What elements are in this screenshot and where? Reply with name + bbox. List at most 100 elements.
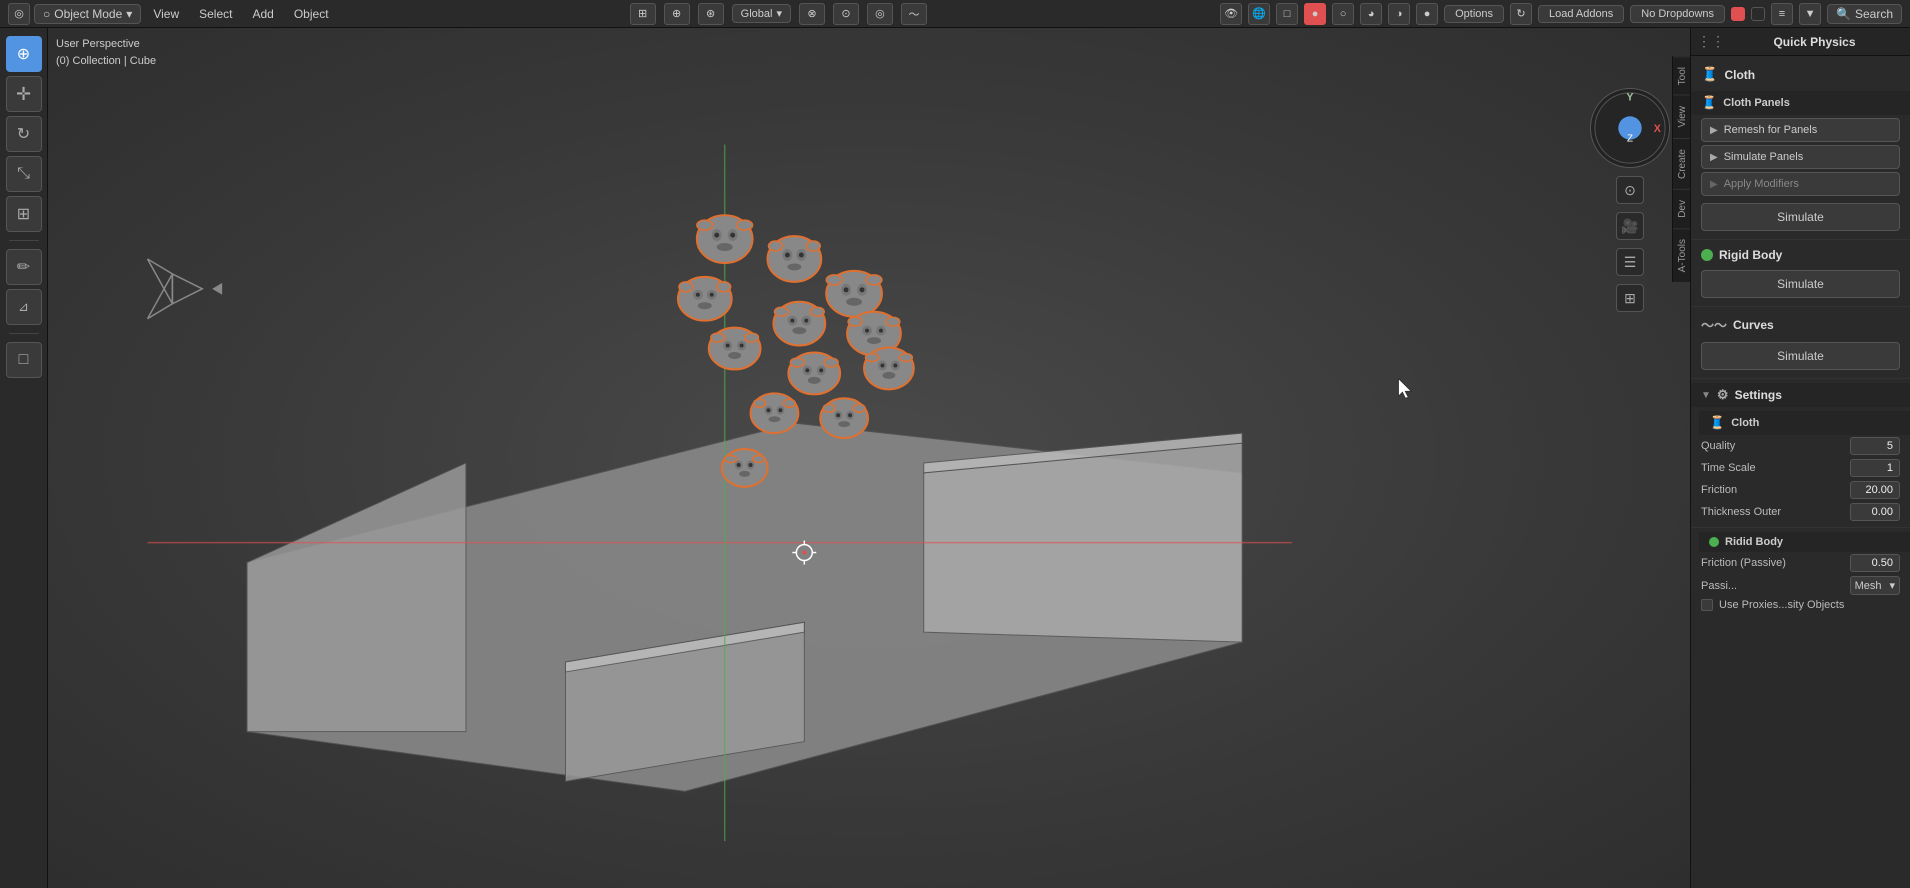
cloth-panels-label: Cloth Panels xyxy=(1723,97,1790,109)
remesh-panels-label: Remesh for Panels xyxy=(1724,124,1818,136)
snap3-icon[interactable]: ⊛ xyxy=(698,3,724,25)
left-toolbar: ⊕ ✛ ↻ ⤡ ⊞ ✏ ⊿ □ xyxy=(0,28,48,888)
mode-icon-btn[interactable]: ◎ xyxy=(8,3,30,25)
search-label: Search xyxy=(1855,7,1893,21)
divider-4 xyxy=(1691,527,1910,528)
monkey-1 xyxy=(697,215,753,263)
shading-circle[interactable]: ○ xyxy=(1332,3,1354,25)
cloth-section-label: Cloth xyxy=(1724,68,1755,82)
cloth-section-header[interactable]: 🧵 Cloth xyxy=(1691,62,1910,87)
remesh-play-icon: ▶ xyxy=(1710,125,1718,136)
settings-rigid-label: Ridid Body xyxy=(1725,536,1783,548)
snap-icon[interactable]: ⊞ xyxy=(630,3,656,25)
simulate-panels-btn[interactable]: ▶ Simulate Panels xyxy=(1701,145,1900,169)
view-icon[interactable]: □ xyxy=(1276,3,1298,25)
rotate-tool[interactable]: ↻ xyxy=(6,116,42,152)
curves-section-header[interactable]: 〜〜 Curves xyxy=(1691,311,1910,338)
annotate-tool[interactable]: ✏ xyxy=(6,249,42,285)
vtab-tool[interactable]: Tool xyxy=(1673,56,1690,95)
measure-tool[interactable]: ⊿ xyxy=(6,289,42,325)
settings-cloth-header: 🧵 Cloth xyxy=(1699,411,1910,435)
vertical-tabs: Tool View Create Dev A-Tools xyxy=(1672,56,1690,282)
cloth-icon: 🧵 xyxy=(1701,66,1718,83)
top-center: ⊞ ⊕ ⊛ Global ▾ ⊗ ⊙ ◎ 〜 xyxy=(341,3,1217,25)
panel-options-btn[interactable]: ⋮⋮ xyxy=(1697,33,1725,50)
viewport-label-perspective: User Perspective xyxy=(56,36,156,53)
shading-dot[interactable]: ● xyxy=(1304,3,1326,25)
svg-text:X: X xyxy=(1654,123,1662,135)
search-bar[interactable]: 🔍 Search xyxy=(1827,4,1902,24)
cursor-tool[interactable]: ⊕ xyxy=(6,36,42,72)
settings-cloth-label: Cloth xyxy=(1731,417,1759,429)
refresh-icon[interactable]: ↻ xyxy=(1510,3,1532,25)
transform-tool[interactable]: ⊞ xyxy=(6,196,42,232)
vtab-atools[interactable]: A-Tools xyxy=(1673,228,1690,282)
shading-render[interactable]: ● xyxy=(1416,3,1438,25)
menu-view[interactable]: View xyxy=(145,5,187,23)
settings-view-btn[interactable]: ⊞ xyxy=(1616,284,1644,312)
menu-object[interactable]: Object xyxy=(286,5,337,23)
settings-gear-icon: ⚙ xyxy=(1717,387,1729,403)
camera-btn[interactable]: 🎥 xyxy=(1616,212,1644,240)
scene-icon[interactable]: 🌐 xyxy=(1248,3,1270,25)
shading-material[interactable]: ◑ xyxy=(1388,3,1410,25)
right-panel-content: 🧵 Cloth 🧵 Cloth Panels ▶ Remesh for Pane… xyxy=(1691,56,1910,888)
friction-value[interactable]: 20.00 xyxy=(1850,481,1900,499)
viewport[interactable]: User Perspective (0) Collection | Cube Y… xyxy=(48,28,1690,888)
scale-tool[interactable]: ⤡ xyxy=(6,156,42,192)
viewport-scene xyxy=(48,28,1690,888)
passive-mesh-label: Passi... xyxy=(1701,580,1846,592)
remesh-panels-btn[interactable]: ▶ Remesh for Panels xyxy=(1701,118,1900,142)
vtab-view[interactable]: View xyxy=(1673,95,1690,138)
passive-mesh-dropdown[interactable]: Mesh ▾ xyxy=(1850,576,1900,595)
viewport-label: User Perspective (0) Collection | Cube xyxy=(56,36,156,69)
transform-dropdown[interactable]: Global ▾ xyxy=(732,4,791,23)
simulate-play-icon: ▶ xyxy=(1710,152,1718,163)
options-button[interactable]: Options xyxy=(1444,5,1504,23)
menu-add[interactable]: Add xyxy=(244,5,281,23)
settings-section-header[interactable]: ▼ ⚙ Settings xyxy=(1691,383,1910,407)
thickness-outer-value[interactable]: 0.00 xyxy=(1850,503,1900,521)
menu-select[interactable]: Select xyxy=(191,5,240,23)
perspective-btn[interactable]: ⊙ xyxy=(1616,176,1644,204)
pivot2-icon[interactable]: ⊙ xyxy=(833,3,859,25)
time-scale-value[interactable]: 1 xyxy=(1850,459,1900,477)
thickness-outer-label: Thickness Outer xyxy=(1701,506,1846,518)
top-menubar: ◎ ○ Object Mode ▾ View Select Add Object… xyxy=(0,0,1910,28)
use-proxies-label: Use Proxies...sity Objects xyxy=(1719,599,1844,611)
use-proxies-row: Use Proxies...sity Objects xyxy=(1691,597,1910,613)
rigid-body-section-header[interactable]: Rigid Body xyxy=(1691,244,1910,266)
friction-passive-value[interactable]: 0.50 xyxy=(1850,554,1900,572)
add-cube-tool[interactable]: □ xyxy=(6,342,42,378)
render-icon[interactable]: 👁 xyxy=(1220,3,1242,25)
curves-simulate-btn[interactable]: Simulate xyxy=(1701,342,1900,370)
apply-modifiers-label: Apply Modifiers xyxy=(1724,178,1799,190)
scene-view-btn[interactable]: ☰ xyxy=(1616,248,1644,276)
vtab-create[interactable]: Create xyxy=(1673,138,1690,189)
proportional-icon[interactable]: ◎ xyxy=(867,3,893,25)
friction-passive-row: Friction (Passive) 0.50 xyxy=(1691,552,1910,574)
vtab-dev[interactable]: Dev xyxy=(1673,189,1690,228)
load-addons-button[interactable]: Load Addons xyxy=(1538,5,1624,23)
apply-modifiers-btn[interactable]: ▶ Apply Modifiers xyxy=(1701,172,1900,196)
tool-divider-2 xyxy=(9,333,39,334)
filter-icon[interactable]: ▼ xyxy=(1799,3,1821,25)
wave-icon[interactable]: 〜 xyxy=(901,3,927,25)
cloth-simulate-btn[interactable]: Simulate xyxy=(1701,203,1900,231)
color1-icon[interactable] xyxy=(1731,7,1745,21)
color2-icon[interactable] xyxy=(1751,7,1765,21)
pivot-icon[interactable]: ⊗ xyxy=(799,3,825,25)
no-dropdowns-button[interactable]: No Dropdowns xyxy=(1630,5,1725,23)
viewport-gizmo[interactable]: Y X Z xyxy=(1590,88,1670,168)
use-proxies-checkbox[interactable] xyxy=(1701,599,1713,611)
list-icon[interactable]: ≡ xyxy=(1771,3,1793,25)
snap2-icon[interactable]: ⊕ xyxy=(664,3,690,25)
shading-solid[interactable]: ◕ xyxy=(1360,3,1382,25)
rigid-body-simulate-btn[interactable]: Simulate xyxy=(1701,270,1900,298)
move-tool[interactable]: ✛ xyxy=(6,76,42,112)
mode-selector[interactable]: ○ Object Mode ▾ xyxy=(34,4,141,24)
time-scale-row: Time Scale 1 xyxy=(1691,457,1910,479)
quality-value[interactable]: 5 xyxy=(1850,437,1900,455)
tool-divider-1 xyxy=(9,240,39,241)
panel-title: Quick Physics xyxy=(1725,35,1904,49)
